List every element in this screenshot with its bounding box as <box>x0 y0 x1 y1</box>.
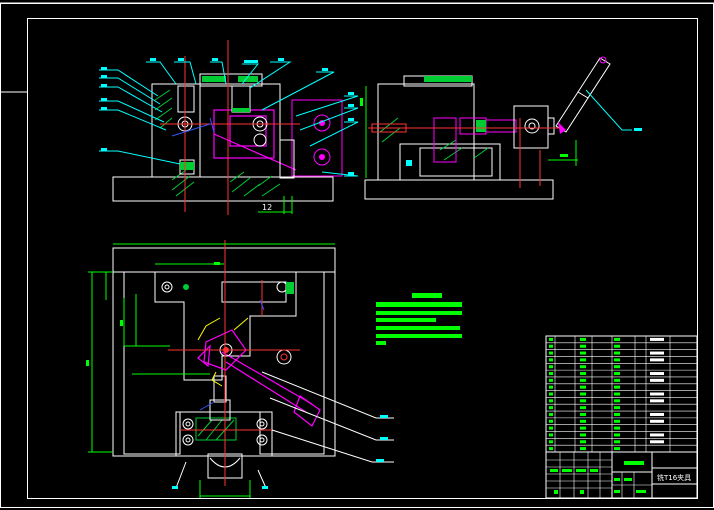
parts-cell-mark <box>614 433 620 437</box>
parts-cell-mark <box>549 412 553 416</box>
side-base <box>364 179 554 200</box>
parts-cell-mark <box>650 440 664 444</box>
side-rod <box>485 119 517 133</box>
parts-cell-mark <box>549 419 553 423</box>
side-leaders <box>585 89 632 131</box>
parts-cell-mark <box>614 378 620 382</box>
parts-cell-mark <box>650 378 664 382</box>
front-clamp-block <box>291 99 343 177</box>
parts-cell-mark <box>614 392 620 396</box>
parts-cell-mark <box>614 351 620 355</box>
parts-cell-mark <box>580 358 586 362</box>
parts-cell-mark <box>549 385 553 389</box>
parts-cell-mark <box>614 419 620 423</box>
parts-cell-mark <box>580 365 586 369</box>
parts-list: 铣T16夹具 <box>545 335 698 499</box>
parts-cell-mark <box>580 344 586 348</box>
parts-cell-mark <box>549 358 553 362</box>
notes-heading <box>412 293 442 298</box>
parts-cell-mark <box>549 351 553 355</box>
parts-cell-mark <box>549 406 553 410</box>
parts-cell-mark <box>614 337 620 341</box>
dimension-label-12: 12 <box>262 203 272 212</box>
plan-inner-frame <box>123 272 325 455</box>
parts-cell-mark <box>580 406 586 410</box>
plan-top-block <box>221 281 287 303</box>
parts-cell-mark <box>549 433 553 437</box>
parts-cell-mark <box>650 419 664 423</box>
parts-cell-mark <box>580 440 586 444</box>
parts-cell-mark <box>614 440 620 444</box>
plan-lower-housing <box>175 411 273 457</box>
parts-cell-mark <box>580 392 586 396</box>
parts-cell-mark <box>650 399 664 403</box>
parts-cell-mark <box>549 372 553 376</box>
parts-cell-mark <box>650 372 664 376</box>
parts-cell-mark <box>650 351 664 355</box>
parts-cell-mark <box>580 412 586 416</box>
parts-cell-mark <box>580 337 586 341</box>
parts-cell-mark <box>614 385 620 389</box>
side-clamp-head <box>513 105 549 149</box>
parts-cell-mark <box>580 385 586 389</box>
side-top-pad <box>424 76 472 82</box>
parts-cell-mark <box>580 399 586 403</box>
parts-cell-mark <box>614 365 620 369</box>
front-hatch <box>154 89 281 197</box>
parts-cell-mark <box>549 337 553 341</box>
front-top-pad <box>202 76 226 82</box>
side-rod-green <box>476 120 486 132</box>
parts-cell-mark <box>614 399 620 403</box>
parts-cell-mark <box>549 447 553 451</box>
technical-notes <box>376 293 462 345</box>
side-centerlines <box>368 118 560 188</box>
side-slider <box>433 117 457 163</box>
parts-cell-mark <box>580 419 586 423</box>
parts-cell-mark <box>650 412 664 416</box>
title-block-caption: 铣T16夹具 <box>657 473 691 482</box>
front-green-insert <box>180 162 194 170</box>
parts-cell-mark <box>650 433 664 437</box>
plan-lower-green <box>195 417 237 441</box>
front-view: 12 <box>99 40 359 215</box>
parts-cell-mark <box>580 378 586 382</box>
parts-cell-mark <box>650 337 664 341</box>
parts-cell-mark <box>549 399 553 403</box>
cad-drawing-canvas: 12 铣T16夹具 <box>0 2 714 508</box>
parts-cell-mark <box>549 440 553 444</box>
parts-cell-mark <box>650 392 664 396</box>
parts-cell-mark <box>614 447 620 451</box>
parts-cell-mark <box>549 392 553 396</box>
parts-cell-mark <box>614 358 620 362</box>
parts-cell-mark <box>549 378 553 382</box>
parts-cell-mark <box>614 412 620 416</box>
parts-cell-mark <box>549 344 553 348</box>
plan-view <box>86 240 394 498</box>
front-base-plate <box>112 176 334 202</box>
side-handle <box>555 57 611 133</box>
parts-cell-mark <box>614 406 620 410</box>
side-view <box>360 56 642 200</box>
parts-cell-mark <box>580 372 586 376</box>
parts-cell-mark <box>650 358 664 362</box>
parts-cell-mark <box>580 433 586 437</box>
parts-cell-mark <box>549 426 553 430</box>
front-body-mid <box>199 83 281 178</box>
parts-cell-mark <box>580 447 586 451</box>
parts-cell-mark <box>614 372 620 376</box>
parts-cell-mark <box>580 351 586 355</box>
parts-cell-mark <box>614 426 620 430</box>
parts-cell-mark <box>614 344 620 348</box>
parts-cell-mark <box>580 426 586 430</box>
parts-cell-mark <box>549 365 553 369</box>
front-green-insert-2 <box>232 108 250 112</box>
